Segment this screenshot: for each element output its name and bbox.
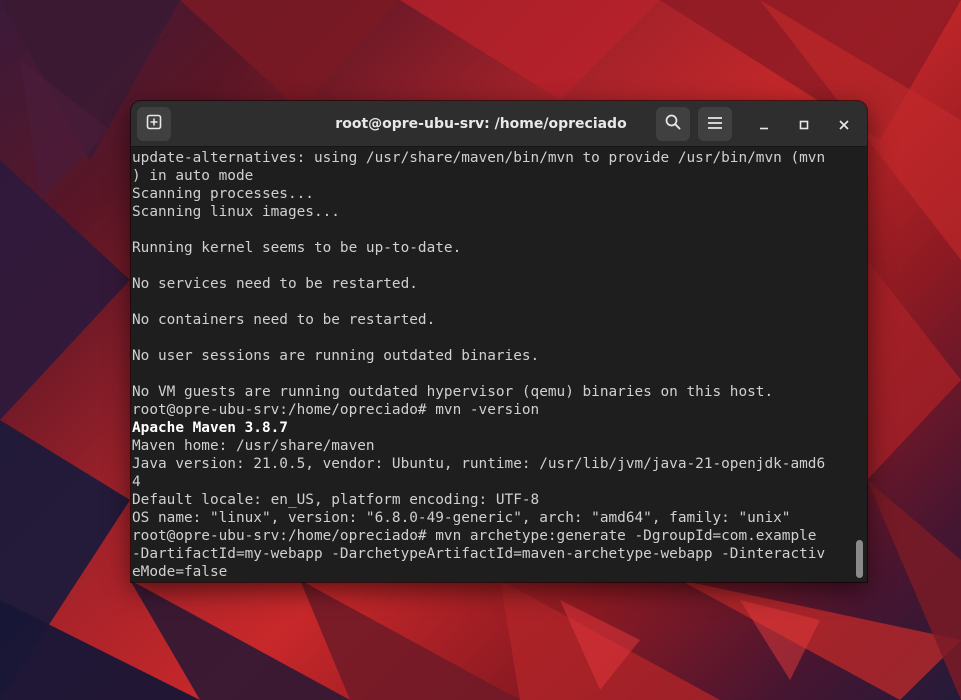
window-title: root@opre-ubu-srv: /home/opreciado xyxy=(335,116,627,132)
terminal-line: ) in auto mode xyxy=(132,168,254,184)
terminal-line: update-alternatives: using /usr/share/ma… xyxy=(132,150,826,166)
maven-version-heading: Apache Maven 3.8.7 xyxy=(132,420,288,436)
new-tab-button[interactable] xyxy=(137,107,171,141)
terminal-prompt-line: root@opre-ubu-srv:/home/opreciado# mvn a… xyxy=(132,528,817,544)
terminal-line: OS name: "linux", version: "6.8.0-49-gen… xyxy=(132,510,791,526)
terminal-line: eMode=false xyxy=(132,564,228,580)
terminal-line: No containers need to be restarted. xyxy=(132,312,436,328)
terminal-line: Scanning processes... xyxy=(132,186,314,202)
menu-button[interactable] xyxy=(698,107,732,141)
terminal-line: Maven home: /usr/share/maven xyxy=(132,438,375,454)
terminal-prompt-line: root@opre-ubu-srv:/home/opreciado# mvn -… xyxy=(132,402,540,418)
terminal-window[interactable]: root@opre-ubu-srv: /home/opreciado updat… xyxy=(131,101,867,582)
terminal-line: -DartifactId=my-webapp -DarchetypeArtifa… xyxy=(132,546,826,562)
minimize-icon xyxy=(759,115,769,134)
minimize-button[interactable] xyxy=(751,111,777,137)
scrollbar[interactable] xyxy=(853,149,867,582)
headerbar: root@opre-ubu-srv: /home/opreciado xyxy=(131,101,867,147)
hamburger-menu-icon xyxy=(707,115,723,134)
scrollbar-thumb[interactable] xyxy=(856,540,863,578)
terminal-line: Running kernel seems to be up-to-date. xyxy=(132,240,462,256)
close-button[interactable] xyxy=(831,111,857,137)
close-icon xyxy=(839,115,849,134)
search-icon xyxy=(665,114,681,134)
new-tab-icon xyxy=(146,114,162,134)
maximize-button[interactable] xyxy=(791,111,817,137)
terminal-line: No user sessions are running outdated bi… xyxy=(132,348,540,364)
terminal-line: Default locale: en_US, platform encoding… xyxy=(132,492,540,508)
terminal-line: No services need to be restarted. xyxy=(132,276,418,292)
terminal-line: Scanning linux images... xyxy=(132,204,340,220)
terminal-line: 4 xyxy=(132,474,141,490)
terminal-line: No VM guests are running outdated hyperv… xyxy=(132,384,774,400)
maximize-icon xyxy=(799,115,809,134)
search-button[interactable] xyxy=(656,107,690,141)
terminal-output[interactable]: update-alternatives: using /usr/share/ma… xyxy=(132,149,854,582)
terminal-line: Java version: 21.0.5, vendor: Ubuntu, ru… xyxy=(132,456,826,472)
